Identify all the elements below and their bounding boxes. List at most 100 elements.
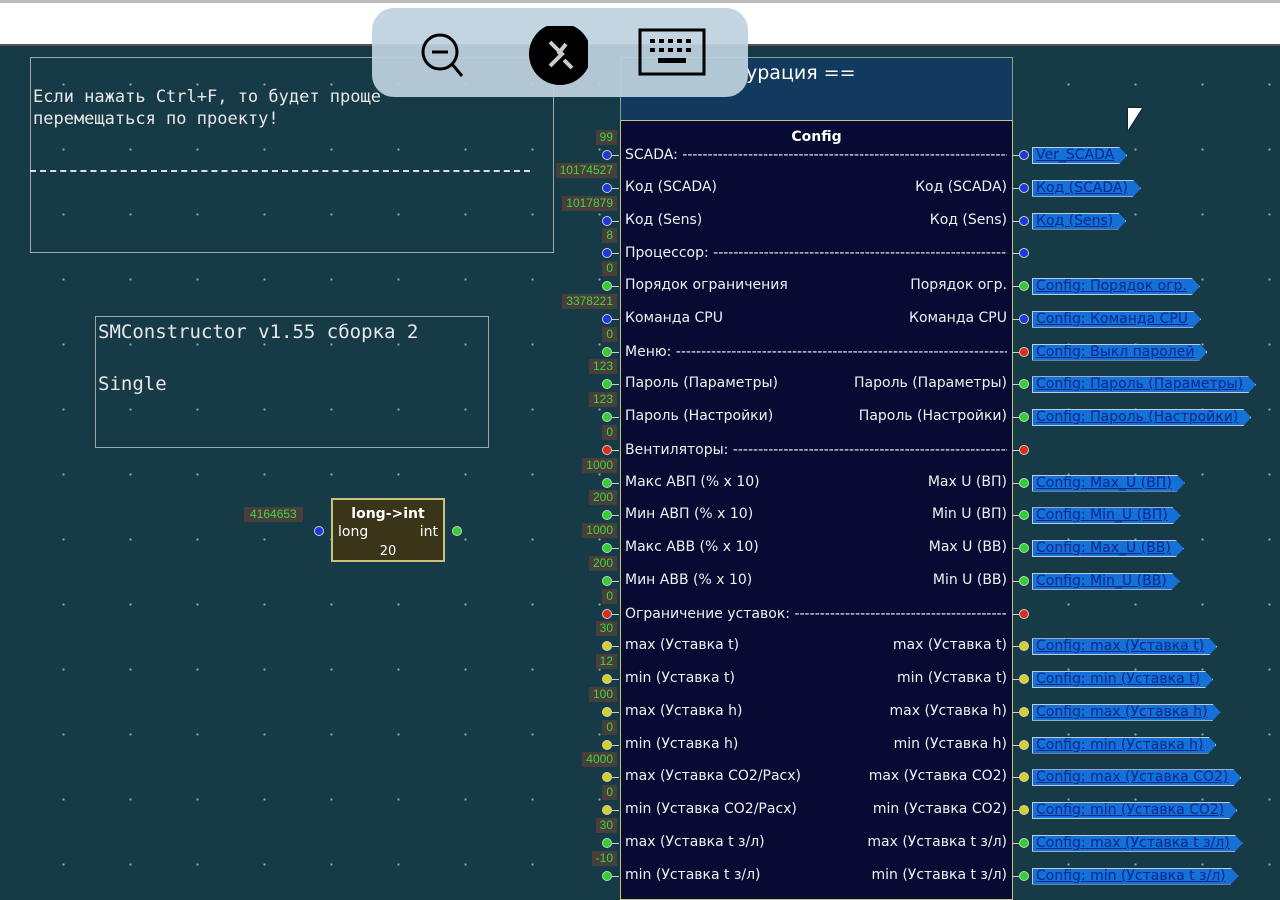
input-port[interactable] (602, 477, 612, 488)
output-port[interactable] (1019, 215, 1029, 226)
input-value[interactable]: 0 (602, 785, 617, 800)
input-port[interactable] (602, 150, 612, 160)
output-port[interactable] (1019, 674, 1029, 684)
input-port[interactable] (602, 444, 612, 455)
input-value[interactable]: 30 (595, 817, 617, 833)
output-label: Код (SCADA) (915, 178, 1007, 195)
input-value[interactable]: 200 (588, 555, 617, 571)
output-port[interactable] (1019, 412, 1029, 422)
input-port[interactable] (602, 412, 612, 422)
output-tag[interactable]: Config: max (Уставка CO2) (1032, 769, 1241, 786)
output-tag[interactable]: Код (Sens) (1032, 213, 1126, 230)
input-port[interactable] (602, 772, 612, 783)
input-port[interactable] (602, 510, 612, 521)
input-value[interactable]: 0 (602, 588, 617, 604)
input-port[interactable] (602, 739, 612, 750)
output-tag[interactable]: Config: Пароль (Настройки) (1032, 409, 1251, 426)
input-value[interactable]: -10 (591, 850, 617, 866)
output-port[interactable] (1019, 313, 1029, 324)
output-port[interactable] (1019, 837, 1029, 848)
input-value[interactable]: 1000 (582, 457, 617, 473)
input-port[interactable] (602, 215, 612, 226)
output-tag[interactable]: Config: Max_U (ВВ) (1032, 540, 1184, 557)
output-tag[interactable]: Config: Выкл паролей (1032, 344, 1207, 361)
output-label: Пароль (Параметры) (854, 375, 1007, 392)
output-tag[interactable]: Config: Min_U (ВП) (1032, 507, 1181, 524)
input-port[interactable] (602, 346, 612, 357)
output-tag[interactable]: Config: Min_U (ВВ) (1032, 573, 1180, 590)
input-value[interactable]: 123 (588, 392, 617, 407)
input-value[interactable]: 10174527 (555, 162, 617, 178)
input-value[interactable]: 12 (595, 654, 617, 669)
output-port[interactable] (1019, 182, 1029, 193)
output-port[interactable] (1019, 510, 1029, 521)
input-port[interactable] (602, 674, 612, 684)
output-port[interactable] (1019, 772, 1029, 783)
remote-desktop-icon[interactable] (528, 23, 591, 86)
input-port[interactable] (602, 641, 612, 652)
output-tag[interactable]: Config: min (Уставка h) (1032, 737, 1216, 754)
output-port[interactable] (1019, 641, 1029, 652)
input-port[interactable] (602, 837, 612, 848)
output-port[interactable] (1019, 739, 1029, 750)
input-value[interactable]: 100 (588, 686, 617, 702)
converter-input-value[interactable]: 4164653 (244, 507, 303, 522)
output-port[interactable] (1019, 870, 1029, 881)
output-tag[interactable]: Config: Порядок огр. (1032, 278, 1200, 295)
long-to-int-block[interactable]: long->int long int 20 (331, 498, 445, 562)
output-port[interactable] (1019, 444, 1029, 455)
input-port[interactable] (602, 281, 612, 291)
input-value[interactable]: 3378221 (562, 293, 617, 309)
output-tag[interactable]: Config: min (Уставка CO2) (1032, 802, 1237, 819)
output-port[interactable] (1019, 575, 1029, 586)
output-label: max (Уставка t) (892, 637, 1007, 654)
output-tag[interactable]: Config: max (Уставка t з/л) (1032, 835, 1243, 852)
output-port[interactable] (1019, 543, 1029, 553)
input-port[interactable] (602, 313, 612, 324)
input-value[interactable]: 0 (602, 326, 617, 342)
input-value[interactable]: 8 (602, 228, 617, 244)
output-port[interactable] (1019, 346, 1029, 357)
input-value[interactable]: 123 (588, 359, 617, 375)
output-tag[interactable]: Config: Max_U (ВП) (1032, 475, 1185, 492)
output-port[interactable] (1019, 608, 1029, 619)
input-value[interactable]: 30 (595, 621, 617, 637)
output-port[interactable] (1019, 706, 1029, 717)
output-tag[interactable]: Ver_SCADA (1032, 147, 1127, 164)
input-value[interactable]: 0 (602, 424, 617, 440)
input-port[interactable] (602, 575, 612, 586)
input-port[interactable] (602, 379, 612, 390)
output-port[interactable] (1019, 150, 1029, 160)
input-port[interactable] (602, 248, 612, 259)
output-port[interactable] (1019, 805, 1029, 815)
output-tag[interactable]: Config: min (Уставка t) (1032, 671, 1213, 688)
port-line (1012, 515, 1019, 517)
input-port[interactable] (602, 706, 612, 717)
converter-output-port[interactable] (452, 526, 462, 536)
output-tag[interactable]: Config: min (Уставка t з/л) (1032, 868, 1239, 885)
input-value[interactable]: 1000 (582, 523, 617, 538)
output-tag[interactable]: Config: max (Уставка t) (1032, 638, 1217, 655)
keyboard-icon[interactable] (638, 26, 706, 86)
input-port[interactable] (602, 608, 612, 619)
output-tag[interactable]: Config: Команда CPU (1032, 311, 1201, 328)
input-port[interactable] (602, 870, 612, 881)
output-port[interactable] (1019, 248, 1029, 259)
output-port[interactable] (1019, 281, 1029, 291)
output-tag[interactable]: Config: Пароль (Параметры) (1032, 376, 1256, 393)
input-port[interactable] (602, 543, 612, 553)
input-value[interactable]: 4000 (582, 752, 617, 768)
input-port[interactable] (602, 182, 612, 193)
converter-input-port[interactable] (314, 526, 324, 536)
input-value[interactable]: 1017879 (562, 195, 617, 211)
input-value[interactable]: 0 (602, 719, 617, 735)
output-tag[interactable]: Код (SCADA) (1032, 180, 1141, 197)
input-value[interactable]: 0 (602, 261, 617, 276)
output-port[interactable] (1019, 477, 1029, 488)
input-value[interactable]: 200 (588, 490, 617, 506)
output-port[interactable] (1019, 379, 1029, 390)
input-value[interactable]: 99 (595, 130, 617, 145)
output-tag[interactable]: Config: max (Уставка h) (1032, 704, 1221, 721)
zoom-out-icon[interactable] (412, 26, 472, 86)
input-port[interactable] (602, 805, 612, 815)
